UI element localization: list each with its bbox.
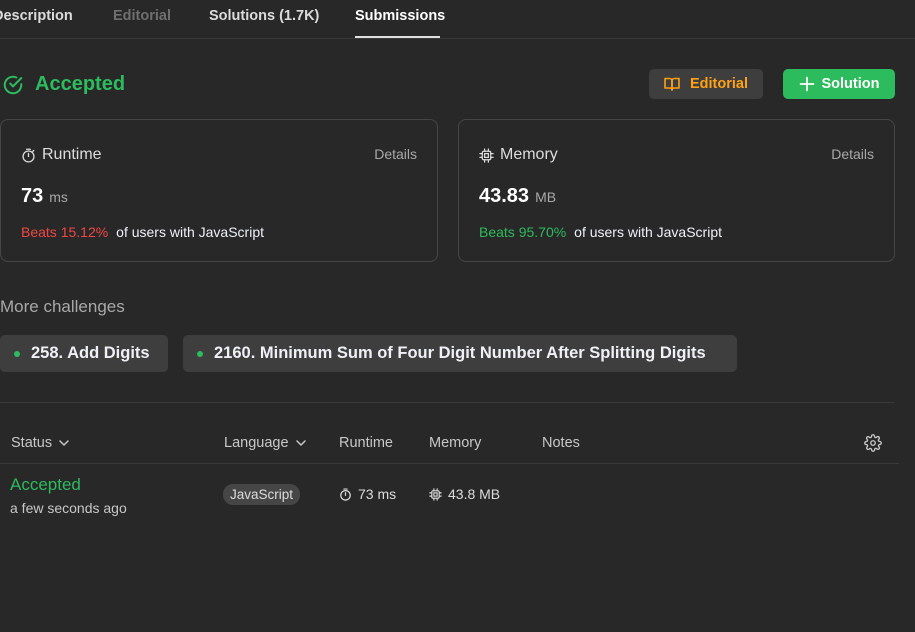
challenge-label: 2160. Minimum Sum of Four Digit Number A…: [214, 344, 706, 362]
memory-card[interactable]: Memory Details 43.83 MB Beats 95.70% of u…: [458, 119, 895, 262]
row-memory: 43.8 MB: [429, 486, 500, 502]
book-icon: [664, 77, 680, 91]
memory-beats: Beats 95.70% of users with JavaScript: [479, 224, 722, 240]
row-timestamp: a few seconds ago: [10, 500, 127, 516]
runtime-card-title: Runtime: [21, 146, 102, 164]
editorial-button-label: Editorial: [689, 76, 748, 92]
runtime-number: 73: [21, 185, 44, 207]
runtime-beats: Beats 15.12% of users with JavaScript: [21, 224, 264, 240]
challenge-chip[interactable]: 2160. Minimum Sum of Four Digit Number A…: [183, 335, 737, 372]
challenge-chip[interactable]: 258. Add Digits: [0, 335, 168, 372]
chip-icon: [429, 487, 442, 501]
memory-unit: MB: [535, 189, 557, 205]
language-badge: JavaScript: [223, 484, 301, 505]
gear-icon[interactable]: [864, 434, 882, 452]
submission-status: Accepted: [35, 73, 126, 95]
more-challenges-title: More challenges: [0, 297, 125, 316]
stopwatch-icon: [340, 487, 351, 501]
memory-column-header: Memory: [429, 435, 481, 451]
table-header-divider: [0, 463, 899, 464]
tab-description[interactable]: Description: [0, 8, 73, 24]
language-header-label: Language: [224, 435, 289, 451]
memory-value: 43.83 MB: [479, 185, 556, 208]
runtime-label: Runtime: [42, 146, 102, 163]
memory-details-link[interactable]: Details: [831, 146, 874, 162]
tab-editorial[interactable]: Editorial: [113, 8, 171, 24]
runtime-beats-percent: Beats 15.12%: [21, 224, 109, 240]
memory-card-title: Memory: [479, 146, 558, 164]
active-tab-indicator: [355, 36, 440, 38]
tab-bar: Description Editorial Solutions (1.7K) S…: [0, 0, 915, 39]
runtime-card[interactable]: Runtime Details 73 ms Beats 15.12% of use…: [0, 119, 438, 262]
difficulty-dot-icon: [14, 350, 20, 357]
challenge-label: 258. Add Digits: [31, 344, 150, 362]
editorial-button[interactable]: Editorial: [649, 69, 763, 99]
row-status[interactable]: Accepted: [10, 475, 81, 495]
difficulty-dot-icon: [197, 350, 203, 357]
memory-beats-suffix: of users with JavaScript: [574, 224, 723, 240]
notes-column-header: Notes: [542, 435, 580, 451]
tab-solutions[interactable]: Solutions (1.7K): [209, 8, 319, 24]
row-runtime: 73 ms: [339, 486, 396, 502]
runtime-details-link[interactable]: Details: [374, 146, 417, 162]
runtime-beats-suffix: of users with JavaScript: [116, 224, 265, 240]
chevron-down-icon: [59, 440, 69, 446]
chevron-down-icon: [295, 440, 306, 446]
stopwatch-icon: [22, 148, 35, 163]
plus-icon: [799, 76, 814, 92]
notes-header-label: Notes: [542, 435, 580, 451]
row-runtime-value: 73 ms: [358, 486, 397, 502]
memory-header-label: Memory: [429, 435, 482, 451]
runtime-column-header: Runtime: [339, 435, 393, 451]
tab-submissions[interactable]: Submissions: [355, 8, 445, 24]
section-divider: [0, 402, 895, 403]
submission-status-header: Accepted: [2, 73, 125, 96]
chip-icon: [479, 147, 494, 163]
solution-button[interactable]: Solution: [783, 69, 895, 99]
runtime-header-label: Runtime: [339, 435, 393, 451]
memory-label: Memory: [500, 146, 558, 163]
check-circle-icon: [3, 75, 23, 94]
language-column-header[interactable]: Language: [224, 435, 306, 451]
runtime-unit: ms: [49, 189, 68, 205]
row-memory-value: 43.8 MB: [448, 486, 501, 502]
memory-beats-percent: Beats 95.70%: [479, 224, 567, 240]
memory-number: 43.83: [479, 185, 530, 207]
status-column-header[interactable]: Status: [11, 435, 69, 451]
status-header-label: Status: [11, 435, 53, 451]
runtime-value: 73 ms: [21, 185, 68, 208]
solution-button-label: Solution: [821, 76, 880, 92]
